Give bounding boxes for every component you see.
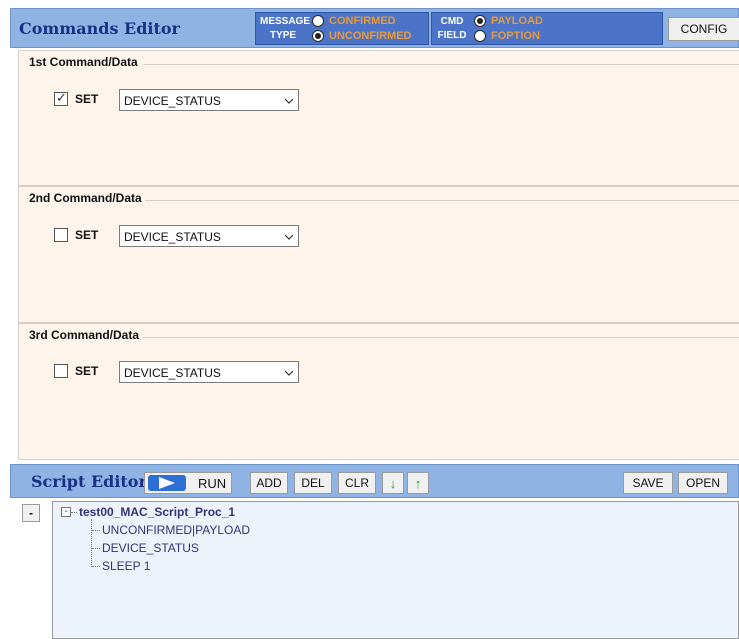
chevron-down-icon [285, 98, 293, 104]
tree-connector [92, 530, 100, 531]
config-button[interactable]: CONFIG [668, 17, 739, 41]
open-button[interactable]: OPEN [678, 472, 728, 494]
message-type-caption-2: TYPE [269, 30, 297, 41]
clr-button[interactable]: CLR [338, 472, 376, 494]
command-group-2-line [145, 200, 739, 201]
command-1-dropdown-value: DEVICE_STATUS [124, 94, 221, 108]
command-2-set-checkbox[interactable] [54, 228, 68, 242]
command-3-set-checkbox[interactable] [54, 364, 68, 378]
command-3-dropdown-value: DEVICE_STATUS [124, 366, 221, 380]
command-3-set-label: SET [75, 364, 99, 378]
command-group-1-line [143, 64, 739, 65]
commands-editor-title: Commands Editor [19, 19, 180, 38]
tree-connector [92, 548, 100, 549]
add-button[interactable]: ADD [250, 472, 288, 494]
command-group-2: 2nd Command/Data SET DEVICE_STATUS [18, 186, 739, 323]
command-group-3-title: 3rd Command/Data [29, 328, 140, 342]
commands-editor-header: Commands Editor MESSAGE TYPE CONFIRMED U… [10, 8, 739, 48]
command-group-3-line [143, 337, 739, 338]
cmd-field-group: CMD FIELD PAYLOAD FOPTION [431, 12, 663, 45]
check-mark-icon: ✓ [56, 90, 67, 105]
save-button[interactable]: SAVE [623, 472, 673, 494]
run-button[interactable]: RUN [144, 472, 232, 494]
command-2-dropdown[interactable]: DEVICE_STATUS [119, 225, 299, 247]
tree-node[interactable]: UNCONFIRMED|PAYLOAD [102, 523, 250, 537]
radio-foption-label: FOPTION [491, 30, 540, 42]
tree-root-node[interactable]: test00_MAC_Script_Proc_1 [79, 505, 235, 519]
command-1-dropdown[interactable]: DEVICE_STATUS [119, 89, 299, 111]
tree-connector-vertical [91, 519, 92, 567]
script-editor-title: Script Editor [31, 472, 147, 491]
cmd-field-caption-1: CMD [440, 16, 464, 27]
cmd-field-caption-2: FIELD [437, 30, 467, 41]
radio-unconfirmed-label: UNCONFIRMED [329, 30, 412, 42]
cmd-field-foption-radio[interactable]: FOPTION [474, 30, 540, 42]
message-type-group: MESSAGE TYPE CONFIRMED UNCONFIRMED [255, 12, 429, 45]
cmd-field-payload-radio[interactable]: PAYLOAD [474, 15, 543, 27]
radio-payload[interactable] [474, 15, 486, 27]
command-1-set-checkbox[interactable]: ✓ [54, 90, 68, 106]
command-group-1-title: 1st Command/Data [29, 55, 138, 69]
collapse-button[interactable]: - [22, 504, 40, 522]
radio-foption[interactable] [474, 30, 486, 42]
message-type-unconfirmed-radio[interactable]: UNCONFIRMED [312, 30, 412, 42]
command-group-3: 3rd Command/Data SET DEVICE_STATUS [18, 323, 739, 460]
command-1-set-label: SET [75, 92, 99, 106]
del-button[interactable]: DEL [294, 472, 332, 494]
play-icon [148, 474, 186, 492]
script-editor-header: Script Editor RUN ADD DEL CLR ↓ ↑ SAVE O… [10, 464, 739, 498]
move-down-button[interactable]: ↓ [382, 472, 404, 494]
run-label: RUN [198, 475, 227, 491]
tree-node[interactable]: DEVICE_STATUS [102, 541, 199, 555]
radio-confirmed-label: CONFIRMED [329, 15, 396, 27]
command-3-dropdown[interactable]: DEVICE_STATUS [119, 361, 299, 383]
command-2-set-label: SET [75, 228, 99, 242]
radio-confirmed[interactable] [312, 15, 324, 27]
chevron-down-icon [285, 234, 293, 240]
tree-expander-icon[interactable]: - [61, 507, 71, 517]
radio-payload-label: PAYLOAD [491, 15, 543, 27]
tree-connector [92, 566, 100, 567]
command-2-dropdown-value: DEVICE_STATUS [124, 230, 221, 244]
script-area: - - test00_MAC_Script_Proc_1 UNCONFIRMED… [10, 498, 739, 639]
move-up-button[interactable]: ↑ [407, 472, 429, 494]
script-tree[interactable]: - test00_MAC_Script_Proc_1 UNCONFIRMED|P… [52, 501, 739, 639]
radio-unconfirmed[interactable] [312, 30, 324, 42]
tree-node[interactable]: SLEEP 1 [102, 559, 150, 573]
message-type-caption-1: MESSAGE [260, 16, 311, 27]
message-type-confirmed-radio[interactable]: CONFIRMED [312, 15, 396, 27]
command-group-1: 1st Command/Data ✓ SET DEVICE_STATUS [18, 50, 739, 186]
tree-connector [71, 512, 77, 513]
chevron-down-icon [285, 370, 293, 376]
command-group-2-title: 2nd Command/Data [29, 191, 142, 205]
